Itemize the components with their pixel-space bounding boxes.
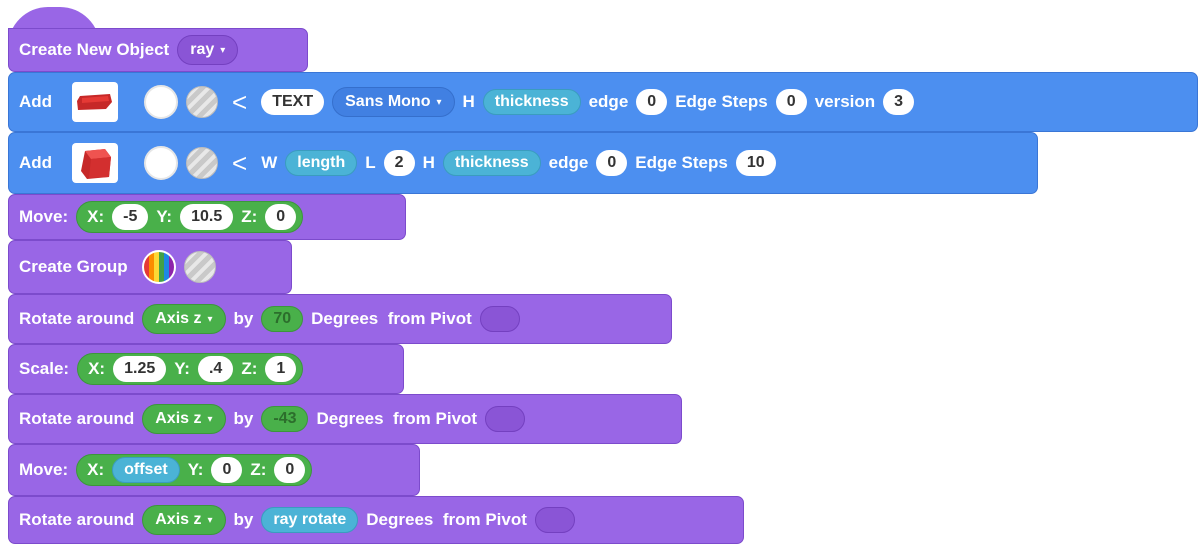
offset-variable[interactable]: offset <box>112 457 180 483</box>
y-input[interactable]: 10.5 <box>180 204 234 230</box>
z-input[interactable]: 0 <box>274 457 306 483</box>
red-text-icon <box>77 94 113 110</box>
degrees-input[interactable]: -43 <box>261 406 309 432</box>
font-value: Sans Mono <box>345 93 431 110</box>
axis-value: Axis z <box>155 511 202 528</box>
x-label: X: <box>87 207 105 226</box>
move-label: Move: <box>19 460 69 479</box>
l-label: L <box>365 153 376 172</box>
degrees-pivot-label: Degrees from Pivot <box>311 309 472 328</box>
z-input[interactable]: 0 <box>265 204 297 230</box>
rainbow-color-swatch[interactable] <box>141 250 176 284</box>
add-text-block[interactable]: Add < TEXT Sans Mono ▾ H thickness edge … <box>8 72 1198 132</box>
font-dropdown[interactable]: Sans Mono ▾ <box>332 87 455 117</box>
y-label: Y: <box>156 207 173 226</box>
h-label: H <box>422 153 435 172</box>
xyz-vector: X: 1.25 Y: .4 Z: 1 <box>77 353 304 385</box>
chevron-down-icon: ▾ <box>207 413 213 425</box>
rotate-block-1[interactable]: Rotate around Axis z ▾ by 70 Degrees fro… <box>8 294 672 344</box>
thickness-variable[interactable]: thickness <box>482 89 581 115</box>
texture-swatch[interactable] <box>186 147 219 179</box>
rotate-label: Rotate around <box>19 309 135 328</box>
color-swatch-white[interactable] <box>144 85 179 119</box>
h-label: H <box>462 92 475 111</box>
create-object-label: Create New Object <box>19 40 170 59</box>
length-variable[interactable]: length <box>285 150 358 176</box>
rotate-label: Rotate around <box>19 409 135 428</box>
z-label: Z: <box>241 207 258 226</box>
x-input[interactable]: -5 <box>112 204 149 230</box>
by-label: by <box>233 510 254 529</box>
pivot-slot[interactable] <box>479 306 520 332</box>
object-name-dropdown[interactable]: ray ▾ <box>177 35 239 65</box>
move-label: Move: <box>19 207 69 226</box>
create-group-block[interactable]: Create Group <box>8 240 292 294</box>
degrees-input[interactable]: 70 <box>261 306 304 332</box>
by-label: by <box>233 409 254 428</box>
rotate-label: Rotate around <box>19 510 135 529</box>
red-cube-icon <box>81 149 112 179</box>
chevron-down-icon: ▾ <box>220 44 226 56</box>
x-input[interactable]: 1.25 <box>113 356 167 382</box>
color-swatch-white[interactable] <box>144 146 179 180</box>
axis-dropdown[interactable]: Axis z ▾ <box>142 304 226 334</box>
chevron-down-icon: ▾ <box>436 96 442 108</box>
pivot-slot[interactable] <box>534 507 575 533</box>
texture-swatch[interactable] <box>186 86 219 118</box>
object-name-value: ray <box>190 41 215 58</box>
rotate-block-2[interactable]: Rotate around Axis z ▾ by -43 Degrees fr… <box>8 394 682 444</box>
add-label: Add <box>19 153 53 172</box>
pivot-slot[interactable] <box>485 406 526 432</box>
xyz-vector: X: offset Y: 0 Z: 0 <box>76 454 313 486</box>
w-label: W <box>261 153 278 172</box>
x-label: X: <box>87 460 105 479</box>
z-input[interactable]: 1 <box>265 356 297 382</box>
move-block-1[interactable]: Move: X: -5 Y: 10.5 Z: 0 <box>8 194 406 240</box>
chevron-down-icon: ▾ <box>207 313 213 325</box>
thickness-variable[interactable]: thickness <box>442 150 541 176</box>
rotate-block-3[interactable]: Rotate around Axis z ▾ by ray rotate Deg… <box>8 496 744 544</box>
create-group-label: Create Group <box>19 257 128 276</box>
back-arrow-icon[interactable]: < <box>232 87 247 118</box>
version-label: version <box>814 92 876 111</box>
ray-rotate-variable[interactable]: ray rotate <box>261 507 359 533</box>
move-block-2[interactable]: Move: X: offset Y: 0 Z: 0 <box>8 444 420 496</box>
degrees-pivot-label: Degrees from Pivot <box>316 409 478 428</box>
y-input[interactable]: .4 <box>197 356 234 382</box>
z-label: Z: <box>250 460 267 479</box>
xyz-vector: X: -5 Y: 10.5 Z: 0 <box>76 201 304 233</box>
cube-shape-thumbnail[interactable] <box>72 143 119 183</box>
y-input[interactable]: 0 <box>211 457 243 483</box>
edge-steps-input[interactable]: 0 <box>775 89 807 115</box>
axis-dropdown[interactable]: Axis z ▾ <box>142 404 226 434</box>
axis-value: Axis z <box>155 310 202 327</box>
add-cube-block[interactable]: Add < W length L 2 H thickness edge 0 Ed… <box>8 132 1038 194</box>
create-object-block[interactable]: Create New Object ray ▾ <box>8 28 308 72</box>
back-arrow-icon[interactable]: < <box>232 148 247 179</box>
edge-input[interactable]: 0 <box>596 150 628 176</box>
y-label: Y: <box>174 359 190 378</box>
degrees-pivot-label: Degrees from Pivot <box>366 510 527 529</box>
scale-label: Scale: <box>19 359 70 378</box>
by-label: by <box>233 309 254 328</box>
x-label: X: <box>88 359 106 378</box>
edge-steps-label: Edge Steps <box>635 153 728 172</box>
chevron-down-icon: ▾ <box>207 514 213 526</box>
axis-value: Axis z <box>155 410 202 427</box>
l-input[interactable]: 2 <box>383 150 415 176</box>
axis-dropdown[interactable]: Axis z ▾ <box>142 505 226 535</box>
text-shape-thumbnail[interactable] <box>72 82 119 122</box>
edge-steps-input[interactable]: 10 <box>735 150 776 176</box>
edge-steps-label: Edge Steps <box>675 92 768 111</box>
edge-label: edge <box>588 92 629 111</box>
add-label: Add <box>19 92 53 111</box>
y-label: Y: <box>187 460 204 479</box>
scale-block[interactable]: Scale: X: 1.25 Y: .4 Z: 1 <box>8 344 404 394</box>
shape-type-value[interactable]: TEXT <box>261 89 325 115</box>
edge-input[interactable]: 0 <box>636 89 668 115</box>
edge-label: edge <box>548 153 589 172</box>
z-label: Z: <box>241 359 258 378</box>
texture-swatch[interactable] <box>183 251 216 283</box>
version-input[interactable]: 3 <box>883 89 915 115</box>
